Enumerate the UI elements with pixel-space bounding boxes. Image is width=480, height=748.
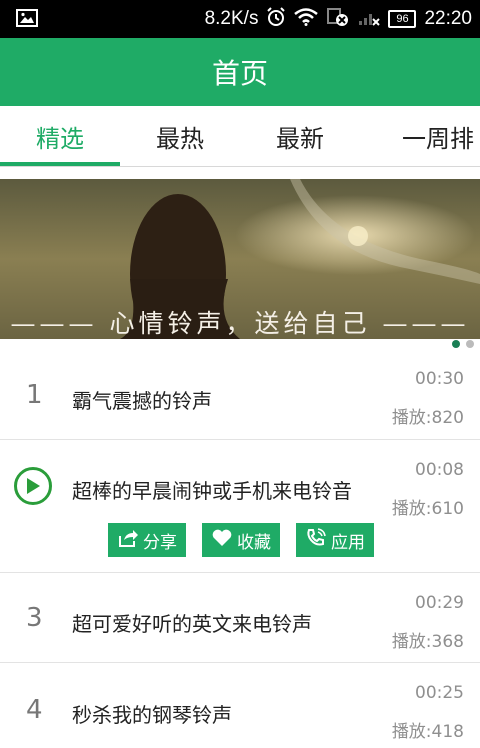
tab-weekly[interactable]: 一周排 xyxy=(360,106,480,166)
carousel-dot xyxy=(466,340,474,348)
item-number: 1 xyxy=(26,380,43,410)
apply-label: 应用 xyxy=(331,532,365,553)
play-count: 播放:610 xyxy=(391,499,464,519)
favorite-button[interactable]: 收藏 xyxy=(202,523,280,557)
carousel-indicator xyxy=(452,340,474,348)
list-item[interactable]: 1 霸气震撼的铃声 00:30 播放:820 xyxy=(0,352,480,440)
carousel-dot-active xyxy=(452,340,460,348)
share-icon xyxy=(117,528,139,553)
network-speed: 8.2K/s xyxy=(204,8,259,29)
alarm-icon xyxy=(266,6,286,32)
heart-icon xyxy=(211,528,233,553)
song-duration: 00:08 xyxy=(415,460,464,480)
banner-carousel[interactable]: ——— 心情铃声，送给自己 ——— xyxy=(0,179,480,339)
song-title: 超棒的早晨闹钟或手机来电铃音 xyxy=(72,479,352,503)
song-actions: 分享 收藏 应用 xyxy=(108,523,374,557)
ringtone-list: 1 霸气震撼的铃声 00:30 播放:820 超棒的早晨闹钟或手机来电铃音 00… xyxy=(0,352,480,748)
list-item[interactable]: 超棒的早晨闹钟或手机来电铃音 00:08 播放:610 分享 收藏 应用 xyxy=(0,440,480,573)
play-icon[interactable] xyxy=(14,467,52,505)
banner-caption: ——— 心情铃声，送给自己 ——— xyxy=(10,309,470,338)
phone-icon xyxy=(305,527,327,553)
song-title: 秒杀我的钢琴铃声 xyxy=(72,703,232,727)
tab-hottest[interactable]: 最热 xyxy=(120,106,240,166)
song-title: 超可爱好听的英文来电铃声 xyxy=(72,612,312,636)
status-bar: 8.2K/s 96 22:20 xyxy=(0,0,480,38)
page-title: 首页 xyxy=(211,57,268,90)
item-number: 3 xyxy=(26,603,43,633)
apply-button[interactable]: 应用 xyxy=(296,523,374,557)
active-tab-indicator xyxy=(0,162,120,166)
share-label: 分享 xyxy=(143,532,177,553)
song-duration: 00:25 xyxy=(415,683,464,703)
favorite-label: 收藏 xyxy=(237,532,271,553)
share-button[interactable]: 分享 xyxy=(108,523,186,557)
play-count: 播放:418 xyxy=(391,722,464,742)
app-header: 首页 xyxy=(0,38,480,106)
song-title: 霸气震撼的铃声 xyxy=(72,389,212,413)
battery-icon: 96 xyxy=(388,10,417,28)
song-duration: 00:29 xyxy=(415,593,464,613)
tab-newest[interactable]: 最新 xyxy=(240,106,360,166)
play-count: 播放:820 xyxy=(391,408,464,428)
song-duration: 00:30 xyxy=(415,369,464,389)
play-count: 播放:368 xyxy=(391,632,464,652)
wifi-icon xyxy=(294,7,319,31)
signal-icon xyxy=(358,8,381,31)
data-off-icon xyxy=(326,7,350,32)
list-item[interactable]: 4 秒杀我的钢琴铃声 00:25 播放:418 xyxy=(0,663,480,748)
tab-featured[interactable]: 精选 xyxy=(0,106,120,166)
list-item[interactable]: 3 超可爱好听的英文来电铃声 00:29 播放:368 xyxy=(0,573,480,663)
image-icon xyxy=(16,9,38,31)
item-number: 4 xyxy=(26,695,43,725)
tab-bar: 精选 最热 最新 一周排 xyxy=(0,106,480,167)
clock: 22:20 xyxy=(424,8,472,29)
